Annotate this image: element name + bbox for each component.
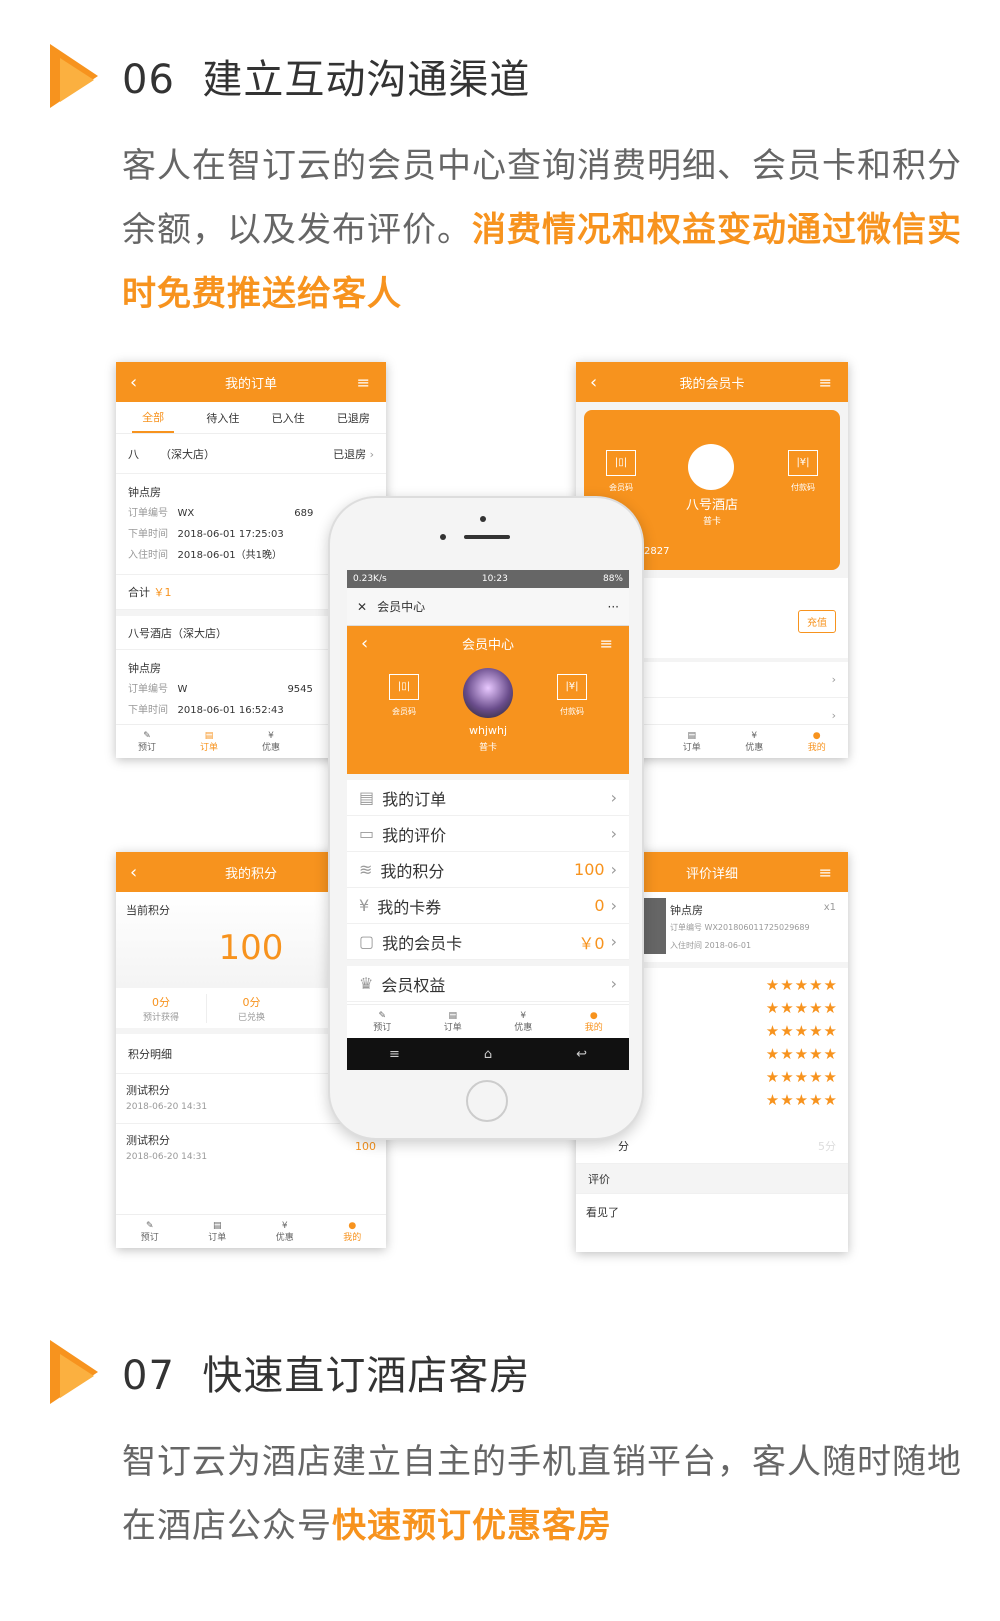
points-redeemed-label: 已兑换 — [237, 1012, 265, 1023]
play-icon — [50, 1340, 98, 1404]
section-07-header: 07 快速直订酒店客房 — [50, 1340, 530, 1404]
nav-offers[interactable]: ¥ 优惠 — [262, 730, 280, 754]
current-points-label: 当前积分 — [126, 904, 170, 917]
order-1-header[interactable]: 八 （深大店） 已退房 › — [116, 434, 386, 474]
section-06-title: 06 建立互动沟通渠道 — [122, 57, 531, 103]
member-tier: 普卡 — [478, 743, 497, 753]
wechat-title: 会员中心 — [377, 600, 426, 614]
tab-checked-out[interactable]: 已退房 — [337, 410, 370, 426]
avatar[interactable] — [463, 668, 513, 718]
order-icon: ▤ — [359, 788, 375, 807]
card-title: 我的会员卡 — [679, 376, 745, 392]
coupon-icon: ¥ — [359, 896, 370, 915]
username: whjwhj — [468, 724, 508, 737]
nav-book[interactable]: ✎ 预订 — [141, 1220, 159, 1244]
nav-mine[interactable]: ● 我的 — [343, 1220, 361, 1244]
section-07-title: 07 快速直订酒店客房 — [122, 1353, 531, 1399]
phone-speaker — [464, 535, 510, 539]
points-item-2: 测试积分 2018-06-20 14:31 100 — [126, 1134, 376, 1162]
more-icon[interactable]: ··· — [608, 600, 619, 614]
hotel-logo — [688, 444, 734, 490]
nav-mine[interactable]: ● 我的 — [808, 730, 826, 754]
home-icon[interactable]: ⌂ — [484, 1047, 492, 1062]
nav-orders[interactable]: ▤ 订单 — [200, 730, 218, 754]
card-hotel-name: 八号酒店 — [685, 498, 738, 513]
menu-member-rights[interactable]: ♛ 会员权益 › — [347, 966, 629, 1002]
comment-icon: ▭ — [359, 824, 375, 843]
menu-icon[interactable]: ≡ — [819, 863, 832, 882]
return-icon[interactable]: ↩ — [576, 1047, 587, 1062]
app-title: 会员中心 — [461, 637, 514, 653]
nav-offers[interactable]: ¥ 优惠 — [745, 730, 763, 754]
review-comment: 看见了 — [586, 1206, 619, 1219]
recharge-button[interactable]: 充值 — [798, 610, 836, 633]
menu-icon[interactable]: ≡ — [819, 373, 832, 392]
nav-orders[interactable]: ▤ 订单 — [444, 1010, 462, 1034]
back-icon[interactable]: ‹ — [130, 372, 137, 393]
phone-sensor — [440, 534, 446, 540]
section-06-description: 客人在智订云的会员中心查询消费明细、会员卡和积分余额，以及发布评价。消费情况和权… — [122, 146, 962, 314]
android-nav-bar: ≡ ⌂ ↩ — [347, 1038, 629, 1070]
section-07-description: 智订云为酒店建立自主的手机直销平台，客人随时随地在酒店公众号快速预订优惠客房 — [122, 1442, 962, 1546]
tab-all[interactable]: 全部 — [132, 403, 175, 433]
menu-my-reviews[interactable]: ▭ 我的评价 › — [347, 816, 629, 852]
phone-mockup: 0.23K/s 10:23 88% ✕ 会员中心 ··· ‹ 会员中心 ≡ |▯| 会员码… — [328, 496, 644, 1140]
menu-my-card[interactable]: ▢ 我的会员卡 ￥0 › — [347, 924, 629, 960]
play-icon — [50, 44, 98, 108]
menu-icon[interactable]: ≡ — [357, 373, 370, 392]
nav-book[interactable]: ✎ 预订 — [138, 730, 156, 754]
review-checkin: 入住时间 2018-06-01 — [670, 941, 752, 950]
pay-code-button[interactable]: |¥| 付款码 — [788, 450, 818, 493]
close-icon[interactable]: ✕ — [357, 600, 367, 614]
card-tier: 普卡 — [702, 517, 721, 527]
tab-pending[interactable]: 待入住 — [206, 410, 239, 426]
review-title: 评价详细 — [685, 866, 738, 882]
back-icon[interactable]: ‹ — [361, 633, 368, 654]
recent-apps-icon[interactable]: ≡ — [389, 1047, 400, 1062]
points-redeemed: 0分 — [242, 995, 261, 1009]
phone-bottom-nav: ✎ 预订 ▤ 订单 ¥ 优惠 ● 我的 — [347, 1004, 629, 1038]
points-expected-label: 预计获得 — [142, 1012, 179, 1023]
home-button[interactable] — [466, 1080, 508, 1122]
points-bottom-nav: ✎ 预订 ▤ 订单 ¥ 优惠 ● 我的 — [116, 1214, 386, 1248]
back-icon[interactable]: ‹ — [130, 862, 137, 883]
tab-checked-in[interactable]: 已入住 — [272, 410, 305, 426]
status-bar: 0.23K/s 10:23 88% — [347, 570, 629, 588]
menu-my-orders[interactable]: ▤ 我的订单 › — [347, 780, 629, 816]
phone-camera — [480, 516, 486, 522]
crown-icon: ♛ — [359, 974, 374, 993]
member-code-button[interactable]: |▯| 会员码 — [389, 674, 419, 717]
back-icon[interactable]: ‹ — [590, 372, 597, 393]
menu-my-points[interactable]: ≋ 我的积分 100 › — [347, 852, 629, 888]
points-expected: 0分 — [152, 995, 170, 1009]
member-header: ‹ 会员中心 ≡ |▯| 会员码 whjwhj 普卡 |¥| 付款码 — [347, 626, 629, 774]
pay-code-button[interactable]: |¥| 付款码 — [557, 674, 587, 717]
room-thumbnail — [642, 898, 666, 954]
points-title: 我的积分 — [224, 866, 277, 882]
card-icon: ▢ — [359, 932, 375, 951]
nav-offers[interactable]: ¥ 优惠 — [276, 1220, 294, 1244]
nav-offers[interactable]: ¥ 优惠 — [514, 1010, 532, 1034]
nav-orders[interactable]: ▤ 订单 — [208, 1220, 226, 1244]
nav-mine[interactable]: ● 我的 — [585, 1010, 603, 1034]
nav-orders[interactable]: ▤ 订单 — [683, 730, 701, 754]
section-06-header: 06 建立互动沟通渠道 — [50, 44, 530, 108]
review-qty: x1 — [823, 902, 836, 913]
wechat-header: ✕ 会员中心 ··· — [347, 588, 629, 626]
menu-icon[interactable]: ≡ — [600, 634, 613, 653]
card-number: 2827 — [644, 546, 670, 557]
review-room: 钟点房 — [670, 904, 703, 917]
member-code-button[interactable]: |▯| 会员码 — [606, 450, 636, 493]
review-order-no: 订单编号 WX201806011725029689 — [670, 923, 810, 932]
phone-screen: 0.23K/s 10:23 88% ✕ 会员中心 ··· ‹ 会员中心 ≡ |▯| 会员码… — [347, 570, 629, 1070]
nav-book[interactable]: ✎ 预订 — [373, 1010, 391, 1034]
menu-my-coupons[interactable]: ¥ 我的卡券 0 › — [347, 888, 629, 924]
orders-title: 我的订单 — [224, 376, 277, 392]
coins-icon: ≋ — [359, 860, 373, 879]
review-comment-label: 评价 — [576, 1164, 848, 1194]
